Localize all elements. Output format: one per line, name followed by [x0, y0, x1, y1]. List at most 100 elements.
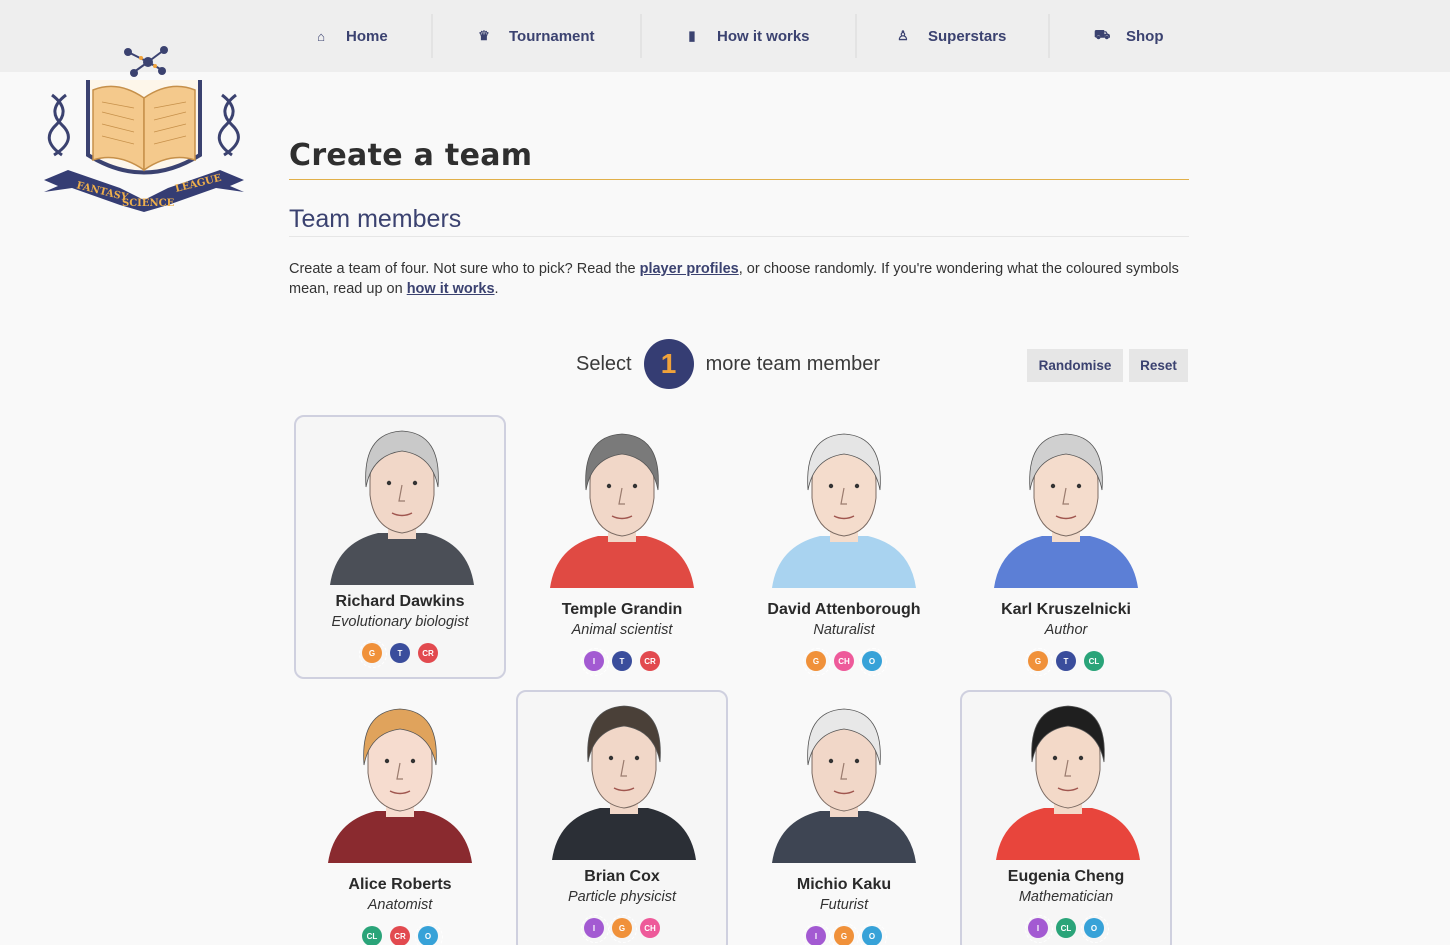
randomise-button[interactable]: Randomise — [1027, 349, 1123, 382]
player-card[interactable]: Temple Grandin Animal scientist I T CR — [516, 420, 728, 684]
section-divider — [289, 236, 1189, 237]
badge-o-icon[interactable]: O — [859, 923, 887, 945]
reset-button[interactable]: Reset — [1129, 349, 1188, 382]
book-icon: ▮ — [688, 28, 696, 43]
badge-g-icon[interactable]: G — [609, 915, 637, 943]
badge-cl-icon[interactable]: CL — [362, 926, 382, 945]
player-card[interactable]: Eugenia Cheng Mathematician I CL O — [960, 690, 1172, 945]
nav-tournament[interactable]: ♛ Tournament — [477, 0, 595, 72]
badge-g-icon[interactable]: G — [803, 648, 831, 676]
select-suffix: more team member — [705, 352, 881, 375]
trophy-icon: ♛ — [478, 28, 490, 43]
player-role: Anatomist — [367, 897, 433, 913]
how-it-works-link[interactable]: how it works — [407, 281, 495, 297]
player-card[interactable]: Michio Kaku Futurist I G O — [738, 695, 950, 945]
player-name: Eugenia Cheng — [1007, 868, 1125, 885]
player-badges: G T CR — [296, 640, 504, 668]
player-name: Alice Roberts — [348, 876, 452, 893]
player-badges: I G CH — [518, 915, 726, 943]
nav-divider — [855, 14, 857, 58]
player-badges: CL CR O — [294, 923, 506, 945]
player-role: Particle physicist — [568, 889, 676, 905]
logo-text-center: SCIENCE — [122, 198, 175, 209]
site-logo[interactable]: FANTASY SCIENCE LEAGUE — [38, 40, 250, 218]
page-title: Create a team — [289, 138, 533, 173]
player-card[interactable]: David Attenborough Naturalist G CH O — [738, 420, 950, 684]
player-role: Animal scientist — [571, 622, 673, 638]
badge-i-icon[interactable]: I — [581, 915, 609, 943]
player-role: Futurist — [819, 897, 869, 913]
player-role: Mathematician — [1018, 889, 1114, 905]
player-portrait — [994, 433, 1138, 588]
home-icon: ⌂ — [317, 28, 325, 44]
player-role: Evolutionary biologist — [331, 614, 469, 630]
player-badges: IGO — [738, 923, 950, 945]
badge-i-icon[interactable]: I — [803, 923, 831, 945]
player-badges: G T CL — [960, 648, 1172, 676]
cart-icon: ⛟ — [1094, 27, 1111, 42]
badge-cr-icon[interactable]: CR — [390, 926, 410, 945]
badge-g-icon[interactable]: G — [831, 923, 859, 945]
player-card[interactable]: Alice Roberts Anatomist CL CR O — [294, 695, 506, 945]
nav-superstars-label: Superstars — [928, 27, 1007, 45]
player-portrait — [330, 430, 474, 585]
nav-how-it-works[interactable]: ▮ How it works — [685, 0, 810, 72]
player-badges: I T CR — [516, 648, 728, 676]
selection-status: Select 1 more team member — [576, 339, 880, 389]
player-name: David Attenborough — [767, 601, 921, 618]
player-card[interactable]: Karl Kruszelnicki Author G T CL — [960, 420, 1172, 684]
badge-g-icon[interactable]: G — [359, 640, 387, 668]
nav-tournament-label: Tournament — [509, 27, 595, 45]
badge-o-icon[interactable]: O — [859, 648, 887, 676]
player-card[interactable]: Richard Dawkins Evolutionary biologist G T C… — [294, 415, 506, 679]
player-badges: G CH O — [738, 648, 950, 676]
intro-text-part: . — [494, 281, 499, 297]
nav-home[interactable]: ⌂ Home — [314, 0, 388, 72]
section-title: Team members — [289, 205, 462, 233]
intro-text-part: Create a team of four. Not sure who to p… — [289, 261, 640, 277]
player-role: Author — [1044, 622, 1088, 638]
badge-i-icon[interactable]: I — [581, 648, 609, 676]
badge-ch-icon[interactable]: CH — [640, 918, 660, 938]
player-portrait — [772, 433, 916, 588]
nav-divider — [1048, 14, 1050, 58]
player-profiles-link[interactable]: player profiles — [640, 261, 739, 277]
remaining-count-badge: 1 — [643, 339, 694, 389]
badge-o-icon[interactable]: O — [1081, 915, 1109, 943]
title-divider — [289, 179, 1189, 180]
intro-text: Create a team of four. Not sure who to p… — [289, 259, 1189, 299]
nav-shop[interactable]: ⛟ Shop — [1094, 0, 1164, 72]
person-icon: ♙ — [897, 28, 909, 43]
nav-home-label: Home — [346, 27, 388, 45]
badge-cr-icon[interactable]: CR — [418, 643, 438, 663]
nav-divider — [431, 14, 433, 58]
badge-t-icon[interactable]: T — [390, 643, 410, 663]
nav-superstars[interactable]: ♙ Superstars — [896, 0, 1006, 72]
player-name: Michio Kaku — [796, 876, 892, 893]
badge-t-icon[interactable]: T — [1056, 651, 1076, 671]
nav-divider — [640, 14, 642, 58]
player-portrait — [552, 705, 696, 860]
player-card[interactable]: Brian Cox Particle physicist I G CH — [516, 690, 728, 945]
player-portrait — [772, 708, 916, 863]
player-name: Temple Grandin — [561, 601, 683, 618]
player-name: Richard Dawkins — [335, 593, 465, 610]
badge-cr-icon[interactable]: CR — [640, 651, 660, 671]
badge-ch-icon[interactable]: CH — [834, 651, 854, 671]
nav-shop-label: Shop — [1126, 27, 1164, 45]
badge-i-icon[interactable]: I — [1025, 915, 1053, 943]
player-portrait — [328, 708, 472, 863]
player-role: Naturalist — [813, 622, 875, 638]
player-portrait — [550, 433, 694, 588]
badge-cl-icon[interactable]: CL — [1084, 651, 1104, 671]
badge-cl-icon[interactable]: CL — [1056, 918, 1076, 938]
logo-graphic: FANTASY SCIENCE LEAGUE — [44, 46, 244, 212]
player-badges: I CL O — [962, 915, 1170, 943]
player-portrait — [996, 705, 1140, 860]
badge-o-icon[interactable]: O — [415, 923, 443, 945]
badge-g-icon[interactable]: G — [1025, 648, 1053, 676]
select-prefix: Select — [576, 352, 632, 375]
player-name: Brian Cox — [584, 868, 660, 885]
nav-how-it-works-label: How it works — [717, 27, 810, 45]
badge-t-icon[interactable]: T — [612, 651, 632, 671]
